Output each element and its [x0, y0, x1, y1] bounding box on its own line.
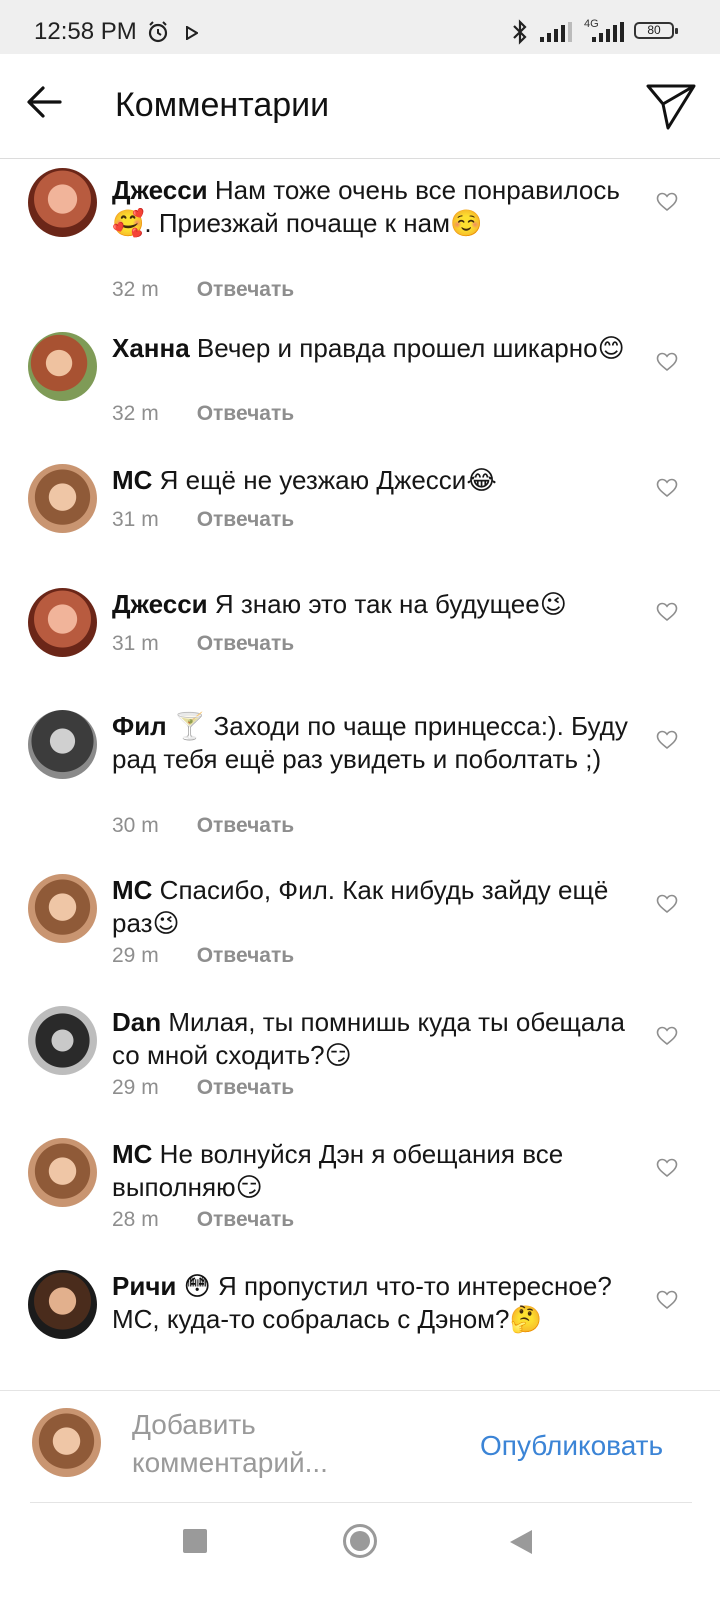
arrow-left-icon[interactable]	[26, 84, 62, 125]
heart-outline-icon[interactable]	[656, 730, 678, 755]
reply-button[interactable]: Отвечать	[197, 1076, 294, 1099]
heart-outline-icon[interactable]	[656, 352, 678, 377]
comment-input[interactable]: Добавить комментарий...	[132, 1406, 442, 1482]
comments-list[interactable]: Джесси Нам тоже очень все понравилось🥰. …	[0, 158, 720, 1390]
back-triangle-icon[interactable]	[508, 1528, 534, 1561]
comment-username[interactable]: МС	[112, 465, 152, 495]
comment-username[interactable]: Ричи 😳	[112, 1271, 211, 1301]
status-time: 12:58 PM	[34, 18, 137, 45]
comment-time: 31 m	[112, 508, 159, 531]
comment-text: Спасибо, Фил. Как нибудь зайду ещё раз😉	[112, 875, 609, 938]
avatar[interactable]	[28, 332, 97, 401]
recents-square-icon[interactable]	[182, 1528, 208, 1559]
comment-username[interactable]: Джесси	[112, 175, 208, 205]
heart-outline-icon[interactable]	[656, 894, 678, 919]
reply-button[interactable]: Отвечать	[197, 814, 294, 837]
heart-outline-icon[interactable]	[656, 1290, 678, 1315]
reply-button[interactable]: Отвечать	[197, 278, 294, 301]
battery-indicator: 80	[634, 22, 678, 39]
comment-time: 31 m	[112, 632, 159, 655]
comment-text: Не волнуйся Дэн я обещания все выполняю😏	[112, 1139, 564, 1202]
comment-meta: 29 m Отвечать	[112, 944, 294, 968]
comment-username[interactable]: Фил 🍸	[112, 711, 206, 741]
avatar[interactable]	[28, 588, 97, 657]
comment-body: МС Я ещё не уезжаю Джесси😂	[112, 464, 632, 497]
avatar[interactable]	[28, 1138, 97, 1207]
comment-time: 32 m	[112, 278, 159, 301]
avatar[interactable]	[28, 874, 97, 943]
bluetooth-icon	[510, 19, 530, 50]
comment-body: Ханна Вечер и правда прошел шикарно😊	[112, 332, 632, 365]
comment-time: 30 m	[112, 814, 159, 837]
comment-compose-bar: Добавить комментарий... Опубликовать	[0, 1390, 720, 1503]
comment-time: 28 m	[112, 1208, 159, 1231]
avatar[interactable]	[28, 1270, 97, 1339]
status-bar: 12:58 PM 4G 80	[0, 0, 720, 54]
avatar[interactable]	[28, 710, 97, 779]
comment-body: Джесси Я знаю это так на будущее😉	[112, 588, 632, 621]
comment-text: Вечер и правда прошел шикарно😊	[196, 333, 625, 363]
comment-time: 32 m	[112, 402, 159, 425]
play-icon	[186, 25, 199, 45]
comment-meta: 31 m Отвечать	[112, 508, 294, 532]
heart-outline-icon[interactable]	[656, 602, 678, 627]
comment-username[interactable]: МС	[112, 875, 152, 905]
reply-button[interactable]: Отвечать	[197, 402, 294, 425]
comment-text: Милая, ты помнишь куда ты обещала со мно…	[112, 1007, 625, 1070]
heart-outline-icon[interactable]	[656, 192, 678, 217]
alarm-clock-icon	[146, 20, 170, 49]
paper-plane-icon[interactable]	[646, 82, 696, 135]
comment-body: Джесси Нам тоже очень все понравилось🥰. …	[112, 174, 632, 240]
comment-body: МС Не волнуйся Дэн я обещания все выполн…	[112, 1138, 632, 1204]
avatar[interactable]	[28, 1006, 97, 1075]
comment-username[interactable]: Джесси	[112, 589, 208, 619]
comment-meta: 32 m Отвечать	[112, 402, 294, 426]
app-header: Комментарии	[0, 54, 720, 159]
comment-body: Фил 🍸 Заходи по чаще принцесса:). Буду р…	[112, 710, 632, 776]
reply-button[interactable]: Отвечать	[197, 508, 294, 531]
signal-bars-icon	[540, 22, 574, 47]
comment-body: Dan Милая, ты помнишь куда ты обещала со…	[112, 1006, 632, 1072]
comment-username[interactable]: Ханна	[112, 333, 190, 363]
comment-body: Ричи 😳 Я пропустил что-то интересное? МС…	[112, 1270, 632, 1336]
signal-bars-icon	[584, 22, 624, 47]
comment-meta: 31 m Отвечать	[112, 632, 294, 656]
avatar[interactable]	[28, 464, 97, 533]
screen: 12:58 PM 4G 80 Комментарии Джесси Нам то…	[0, 0, 720, 1600]
heart-outline-icon[interactable]	[656, 1026, 678, 1051]
comment-username[interactable]: Dan	[112, 1007, 161, 1037]
publish-button[interactable]: Опубликовать	[480, 1430, 663, 1462]
system-nav-bar	[0, 1503, 720, 1600]
divider	[0, 1390, 720, 1391]
reply-button[interactable]: Отвечать	[197, 632, 294, 655]
comment-meta: 30 m Отвечать	[112, 814, 294, 838]
heart-outline-icon[interactable]	[656, 1158, 678, 1183]
comment-time: 29 m	[112, 1076, 159, 1099]
heart-outline-icon[interactable]	[656, 478, 678, 503]
comment-meta: 32 m Отвечать	[112, 278, 294, 302]
comment-username[interactable]: МС	[112, 1139, 152, 1169]
comment-text: Я знаю это так на будущее😉	[214, 589, 567, 619]
reply-button[interactable]: Отвечать	[197, 944, 294, 967]
avatar[interactable]	[28, 168, 97, 237]
reply-button[interactable]: Отвечать	[197, 1208, 294, 1231]
comment-body: МС Спасибо, Фил. Как нибудь зайду ещё ра…	[112, 874, 632, 940]
home-circle-icon[interactable]	[342, 1523, 378, 1564]
page-title: Комментарии	[115, 86, 330, 124]
comment-text: Я ещё не уезжаю Джесси😂	[159, 465, 497, 495]
comment-time: 29 m	[112, 944, 159, 967]
avatar	[32, 1408, 101, 1477]
comment-meta: 29 m Отвечать	[112, 1076, 294, 1100]
comment-meta: 28 m Отвечать	[112, 1208, 294, 1232]
